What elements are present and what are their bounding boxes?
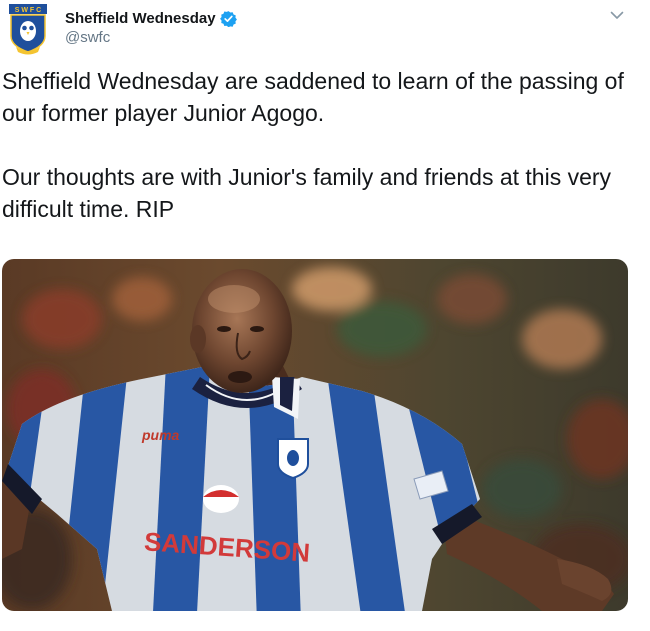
tweet-text-paragraph: Our thoughts are with Junior's family an… (2, 164, 612, 222)
tweet-author[interactable]: Sheffield Wednesday @swfc (65, 8, 237, 46)
tweet-menu-button[interactable] (606, 6, 628, 24)
owl-crest-icon: S W F C (9, 4, 47, 55)
tweet-card: S W F C Sheffield Wednesday @swfc Sheffi… (0, 0, 650, 631)
profile-avatar[interactable]: S W F C (8, 2, 48, 56)
verified-badge-icon (219, 10, 237, 27)
tweet-text-paragraph: Sheffield Wednesday are saddened to lear… (2, 68, 624, 126)
tweet-photo[interactable]: puma SANDERSON (2, 259, 628, 611)
kit-maker-logo: puma (141, 427, 180, 443)
avatar-crest-text: S W F C (15, 7, 41, 14)
author-handle[interactable]: @swfc (65, 29, 237, 46)
chevron-down-icon (610, 11, 624, 19)
author-display-name[interactable]: Sheffield Wednesday (65, 10, 216, 27)
player-photo-image: puma SANDERSON (2, 259, 628, 611)
tweet-text: Sheffield Wednesday are saddened to lear… (2, 65, 642, 225)
